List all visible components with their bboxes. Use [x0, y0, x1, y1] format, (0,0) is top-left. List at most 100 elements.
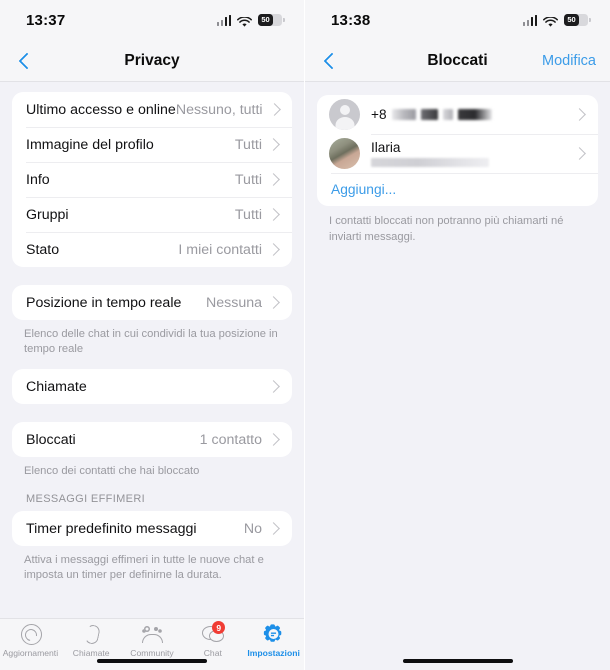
tab-aggiornamenti[interactable]: Aggiornamenti [0, 623, 61, 658]
row-label: Timer predefinito messaggi [26, 520, 197, 537]
tab-label: Impostazioni [247, 648, 300, 658]
contact-info: Ilaria [371, 140, 573, 167]
home-indicator [97, 658, 207, 663]
chevron-right-icon [267, 103, 281, 116]
row-chiamate[interactable]: Chiamate [12, 369, 292, 404]
blocked-contact-row-2[interactable]: Ilaria [317, 134, 598, 173]
contact-phone-number: +8 [371, 107, 573, 122]
blocked-contact-row-1[interactable]: +8 [317, 95, 598, 134]
battery-level: 50 [567, 15, 576, 25]
chevron-right-icon [573, 108, 586, 121]
back-chevron-icon[interactable] [319, 50, 341, 72]
privacy-settings-list: Ultimo accesso e online Nessuno, tutti I… [0, 82, 304, 618]
chat-icon: 9 [200, 621, 226, 645]
row-value: Tutti [234, 136, 262, 153]
section-header-messaggi-effimeri: MESSAGGI EFFIMERI [26, 493, 146, 506]
contact-name: Ilaria [371, 140, 401, 155]
row-value: Nessuna [206, 294, 262, 311]
tab-chiamate[interactable]: Chiamate [61, 623, 122, 658]
chevron-right-icon [267, 138, 280, 151]
row-timer-predefinito[interactable]: Timer predefinito messaggi No [12, 511, 292, 546]
home-indicator [402, 658, 513, 663]
row-label: Chiamate [26, 378, 87, 395]
tab-label: Aggiornamenti [2, 648, 59, 658]
row-value: Nessuno, tutti [175, 101, 263, 118]
privacy-group-disappearing: Timer predefinito messaggi No [12, 511, 292, 547]
footnote-blocked: Elenco dei contatti che hai bloccato [24, 465, 200, 478]
row-info[interactable]: Info Tutti [12, 162, 292, 197]
battery-level: 50 [261, 15, 270, 25]
status-time: 13:38 [331, 11, 371, 29]
updates-icon [18, 623, 43, 645]
row-immagine-profilo[interactable]: Immagine del profilo Tutti [12, 127, 292, 162]
dual-screenshot-container: 13:37 50 Privacy Ultimo accesso e online [0, 0, 610, 670]
row-label: Info [26, 171, 50, 188]
row-gruppi[interactable]: Gruppi Tutti [12, 197, 292, 232]
wifi-icon [543, 15, 558, 27]
redacted-contact-detail [371, 158, 489, 167]
avatar-placeholder-icon [329, 99, 360, 130]
community-icon [139, 623, 164, 645]
nav-bar-left: Privacy [0, 40, 304, 82]
row-stato[interactable]: Stato I miei contatti [12, 232, 292, 267]
footnote-location: Elenco delle chat in cui condividi la tu… [24, 328, 278, 356]
edit-button[interactable]: Modifica [542, 53, 596, 69]
row-label: Ultimo accesso e online [26, 101, 176, 118]
status-indicators: 50 [216, 14, 285, 27]
wifi-icon [237, 15, 252, 27]
row-label: Immagine del profilo [26, 136, 154, 153]
tab-label: Chiamate [72, 648, 110, 658]
chat-unread-badge: 9 [212, 621, 226, 634]
right-phone-screen: 13:38 50 Bloccati Modifica +8 Ilaria Agg… [305, 0, 610, 670]
status-time: 13:37 [26, 11, 66, 29]
chevron-right-icon [267, 208, 280, 221]
status-bar-left: 13:37 50 [0, 0, 304, 40]
row-label: Stato [26, 241, 60, 258]
redacted-block [442, 109, 453, 120]
tab-label: Chat [203, 648, 222, 658]
left-phone-screen: 13:37 50 Privacy Ultimo accesso e online [0, 0, 305, 670]
tab-label: Community [130, 648, 174, 658]
chevron-right-icon [267, 433, 280, 447]
redacted-block [391, 109, 416, 120]
row-value: No [243, 520, 262, 537]
status-indicators: 50 [522, 14, 591, 27]
row-posizione-tempo-reale[interactable]: Posizione in tempo reale Nessuna [12, 285, 292, 320]
row-value: I miei contatti [178, 241, 262, 258]
blocked-contacts-content: +8 Ilaria Aggiungi... I contatti bloccat… [305, 82, 610, 670]
tab-community[interactable]: Community [122, 623, 183, 658]
nav-bar-right: Bloccati Modifica [305, 40, 610, 82]
tab-impostazioni[interactable]: Impostazioni [243, 623, 304, 658]
phone-prefix: +8 [371, 107, 387, 122]
row-bloccati[interactable]: Bloccati 1 contatto [12, 422, 292, 457]
add-label: Aggiungi... [331, 182, 397, 197]
page-title: Privacy [124, 51, 180, 69]
row-label: Posizione in tempo reale [26, 294, 182, 311]
cellular-signal-icon [522, 14, 537, 26]
chevron-right-icon [267, 296, 280, 309]
status-bar-right: 13:38 50 [305, 0, 610, 40]
contact-info: +8 [371, 107, 573, 122]
row-label: Bloccati [26, 431, 76, 448]
redacted-block [457, 109, 492, 120]
blocked-contacts-note: I contatti bloccati non potranno più chi… [329, 215, 564, 243]
row-value: Tutti [234, 206, 262, 223]
battery-icon: 50 [258, 14, 285, 26]
row-value: Tutti [234, 171, 262, 188]
chevron-right-icon [267, 243, 280, 256]
row-value: 1 contatto [199, 431, 262, 448]
back-chevron-icon[interactable] [14, 50, 36, 72]
row-ultimo-accesso[interactable]: Ultimo accesso e online Nessuno, tutti [12, 92, 292, 127]
chevron-right-icon [267, 380, 280, 394]
blocked-contacts-group: +8 Ilaria Aggiungi... [317, 95, 598, 206]
settings-gear-icon [261, 623, 286, 645]
add-blocked-contact-row[interactable]: Aggiungi... [317, 173, 598, 206]
privacy-group-calls: Chiamate [12, 369, 292, 405]
privacy-group-visibility: Ultimo accesso e online Nessuno, tutti I… [12, 92, 292, 267]
tab-chat[interactable]: 9 Chat [182, 621, 243, 658]
footnote-disappearing: Attiva i messaggi effimeri in tutte le n… [24, 554, 264, 582]
